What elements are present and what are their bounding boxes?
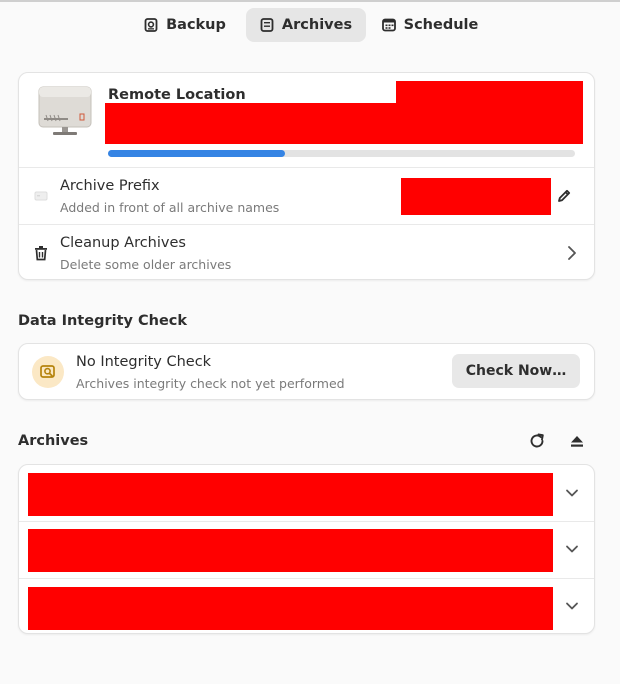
integrity-subtitle: Archives integrity check not yet perform…	[76, 376, 345, 391]
cleanup-archives-label: Cleanup Archives	[60, 235, 186, 251]
integrity-section-title: Data Integrity Check	[18, 313, 188, 329]
redacted-region	[28, 529, 553, 572]
redacted-region	[401, 178, 551, 215]
check-now-button[interactable]: Check Now…	[452, 354, 580, 388]
repository-title: Remote Location	[108, 87, 246, 103]
eject-icon	[571, 436, 583, 447]
repository-card: Remote Location Archive Prefix Added in …	[18, 72, 595, 280]
integrity-title: No Integrity Check	[76, 354, 212, 370]
view-switcher: Backup Archives Schedule	[0, 8, 620, 42]
redacted-region	[396, 81, 583, 105]
integrity-badge	[32, 356, 64, 388]
calendar-icon	[381, 18, 396, 32]
archive-list-item[interactable]	[19, 522, 594, 578]
trash-icon	[35, 246, 47, 261]
archives-icon	[260, 18, 274, 32]
edit-prefix-button[interactable]	[553, 185, 575, 207]
tab-backup[interactable]: Backup	[135, 8, 235, 42]
chevron-down-icon[interactable]	[565, 488, 579, 498]
repository-progress-fill	[108, 150, 286, 157]
tab-backup-label: Backup	[166, 17, 226, 33]
archives-list	[18, 464, 595, 634]
window-top-border	[0, 0, 620, 2]
search-document-icon	[40, 365, 55, 378]
redacted-region	[28, 473, 553, 516]
chevron-down-icon[interactable]	[565, 544, 579, 554]
cleanup-archives-subtitle: Delete some older archives	[60, 257, 232, 272]
repository-header: Remote Location	[19, 73, 594, 167]
tab-schedule[interactable]: Schedule	[377, 8, 483, 42]
archives-section-title: Archives	[18, 433, 89, 449]
repository-progress	[108, 150, 575, 157]
tab-schedule-label: Schedule	[403, 17, 479, 33]
backup-icon	[144, 18, 158, 32]
archive-prefix-subtitle: Added in front of all archive names	[60, 200, 280, 215]
archive-list-item[interactable]	[19, 465, 594, 521]
refresh-icon	[530, 433, 544, 448]
chevron-right-icon	[568, 246, 576, 260]
prefix-icon	[34, 191, 48, 201]
pencil-icon	[558, 189, 571, 202]
redacted-region	[105, 103, 583, 144]
refresh-button[interactable]	[526, 430, 548, 452]
chevron-down-icon[interactable]	[565, 601, 579, 611]
eject-button[interactable]	[566, 430, 588, 452]
archive-prefix-label: Archive Prefix	[60, 178, 160, 194]
tab-archives-label: Archives	[281, 17, 353, 33]
archive-list-item[interactable]	[19, 579, 594, 635]
integrity-card: No Integrity Check Archives integrity ch…	[18, 343, 595, 400]
archive-prefix-row[interactable]: Archive Prefix Added in front of all arc…	[19, 168, 594, 224]
cleanup-archives-row[interactable]: Cleanup Archives Delete some older archi…	[19, 225, 594, 281]
redacted-region	[28, 587, 553, 630]
tab-archives[interactable]: Archives	[246, 8, 366, 42]
server-icon	[38, 86, 92, 135]
